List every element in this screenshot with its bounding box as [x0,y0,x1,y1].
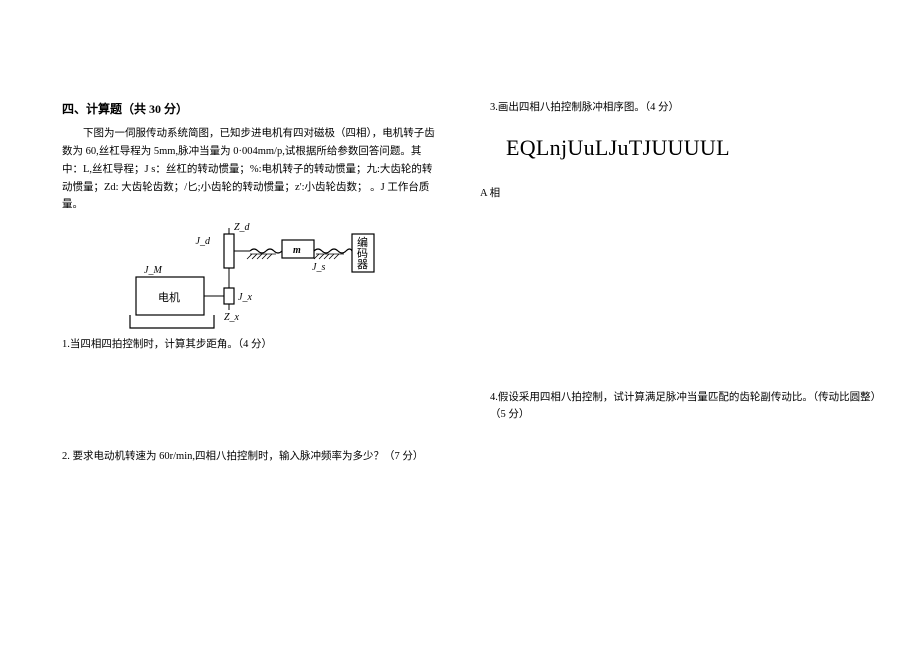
question-1: 1.当四相四拍控制时，计算其步距角。（4 分） [62,337,440,354]
left-column: 四、计算题（共 30 分） 下图为一伺服传动系统简图，已知步进电机有四对磁极（四… [0,0,460,651]
question-4: 4.假设采用四相八拍控制，试计算满足脉冲当量匹配的齿轮副传动比。（传动比圆整）（… [490,390,890,424]
right-column: 3.画出四相八拍控制脉冲相序图。（4 分） EQLnjUuLJuTJUUUUL … [460,0,920,651]
left-support-hatch [247,254,276,259]
pulse-sequence-text: EQLnjUuLJuTJUUUUL [506,135,890,161]
js-label: J_s [312,262,325,273]
zd-label: Z_d [234,222,251,233]
question-2: 2. 要求电动机转速为 60r/min,四相八拍控制时，输入脉冲频率为多少？（7… [62,449,440,466]
encoder-l1: 编 [357,235,368,249]
zx-label: Z_x [224,312,240,323]
question-3: 3.画出四相八拍控制脉冲相序图。（4 分） [490,100,890,117]
jm-label: J_M [144,265,162,276]
servo-system-diagram: 电机 J_M J_x Z_x J_d Z_d [116,220,386,335]
problem-intro: 下图为一伺服传动系统简图，已知步进电机有四对磁极（四相），电机转子齿数为 60,… [62,125,440,214]
m-label: m [293,245,301,256]
motor-label: 电机 [158,290,180,304]
right-support-hatch [314,254,344,259]
phase-a-label: A 相 [480,185,890,200]
encoder-l3: 器 [357,258,368,271]
jx-label: J_x [238,292,252,303]
jd-label: J_d [196,236,211,247]
section-title: 四、计算题（共 30 分） [62,100,440,117]
